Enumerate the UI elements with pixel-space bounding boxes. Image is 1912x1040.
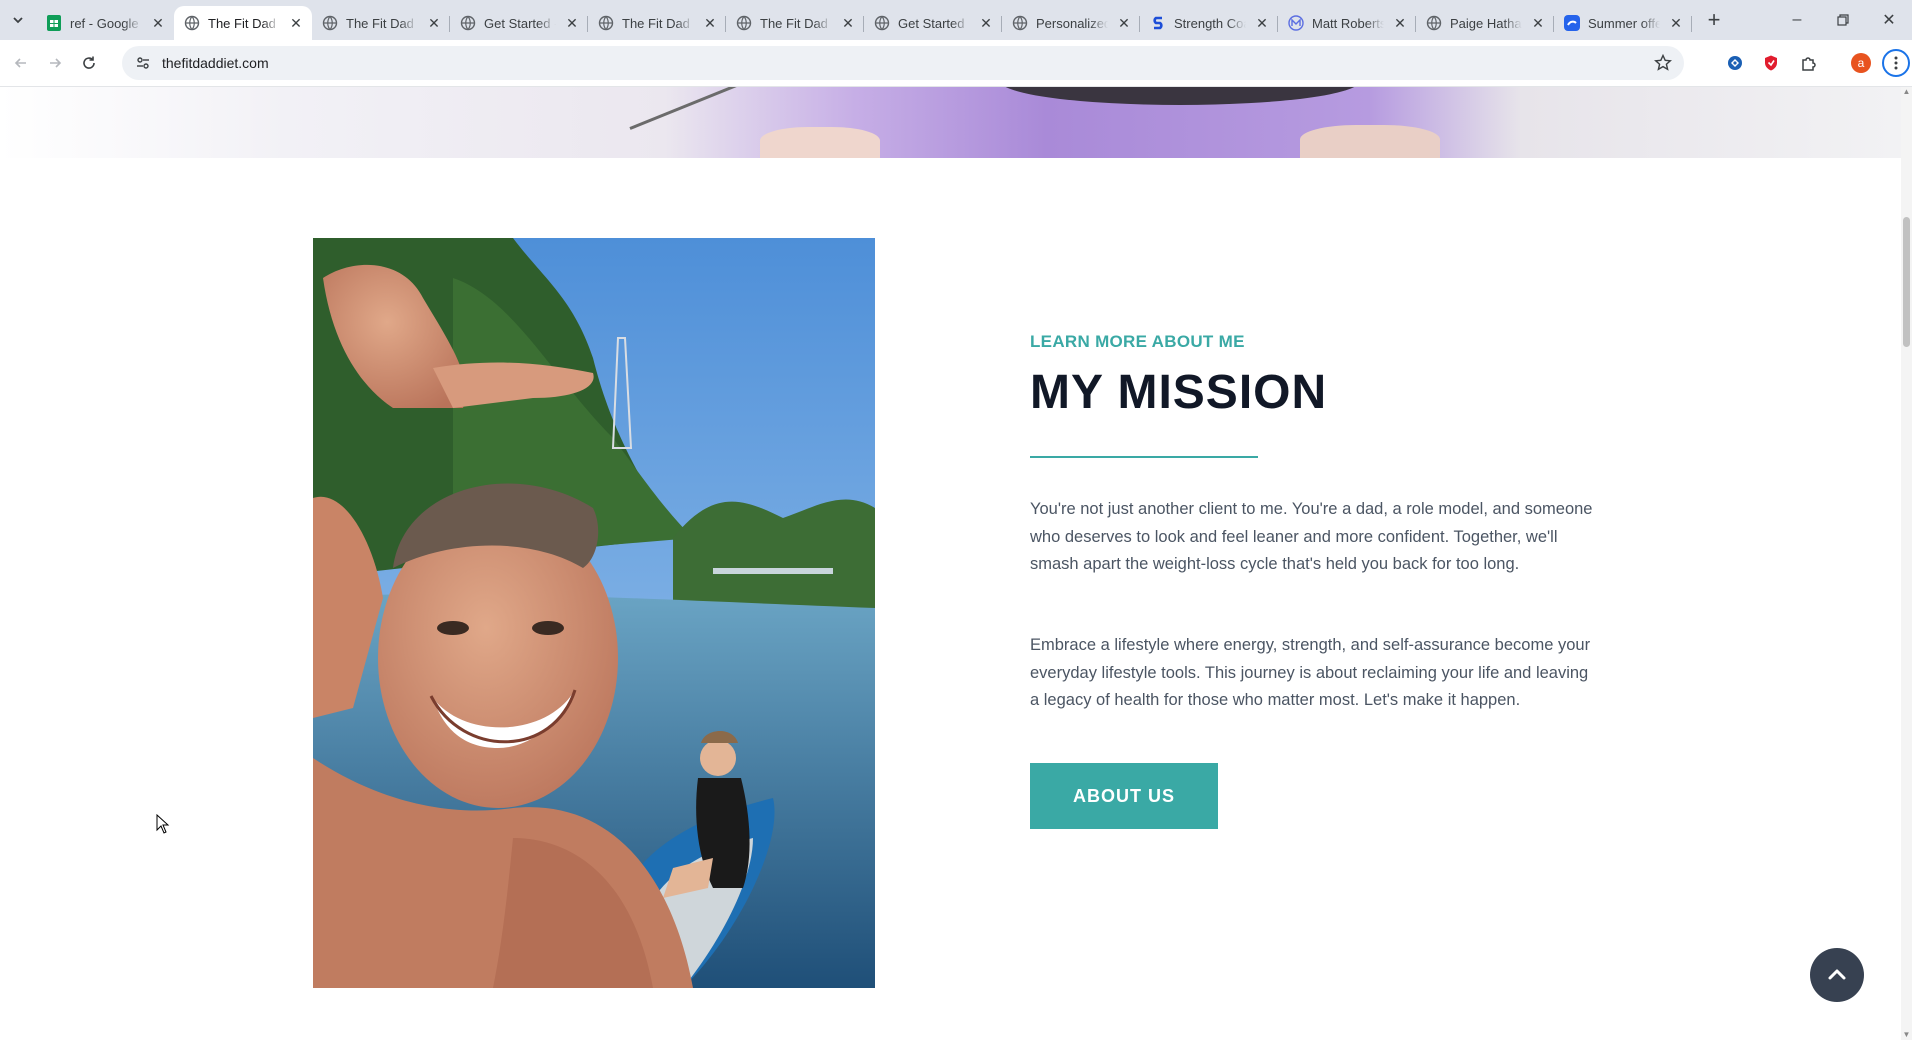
hero-image-bottom — [0, 87, 1901, 158]
tab-title: The Fit Dad Diet — [760, 15, 832, 31]
back-button[interactable] — [4, 46, 38, 80]
scrollbar-thumb[interactable] — [1903, 217, 1910, 347]
mission-photo — [313, 238, 875, 988]
sheets-icon — [46, 15, 62, 31]
scroll-down-arrow-icon[interactable]: ▼ — [1902, 1030, 1911, 1040]
back-arrow-icon — [14, 58, 26, 68]
tab-search-button[interactable] — [0, 0, 36, 40]
window-controls: – ✕ — [1774, 0, 1912, 40]
shield-icon — [1765, 55, 1777, 71]
tab-close-icon[interactable]: ✕ — [978, 15, 994, 31]
globe-icon — [736, 15, 752, 31]
browser-tab[interactable]: Paige Hathaway ✕ — [1416, 6, 1554, 40]
mr-site-icon — [1288, 15, 1304, 31]
globe-icon — [1012, 15, 1028, 31]
page-viewport: LEARN MORE ABOUT ME MY MISSION You're no… — [0, 87, 1901, 1040]
tab-close-icon[interactable]: ✕ — [1254, 15, 1270, 31]
tab-title: Get Started — [898, 15, 965, 31]
browser-tab[interactable]: Strength Coach ✕ — [1140, 6, 1278, 40]
forward-button[interactable] — [38, 46, 72, 80]
chevron-down-icon — [13, 17, 23, 24]
tab-close-icon[interactable]: ✕ — [1116, 15, 1132, 31]
new-tab-button[interactable]: + — [1698, 4, 1730, 36]
extension-blue-icon — [1728, 56, 1742, 70]
tab-title: Strength Coach — [1174, 15, 1246, 31]
restore-button[interactable] — [1820, 0, 1866, 40]
reload-icon — [83, 56, 95, 69]
url-text[interactable]: thefitdaddiet.com — [162, 55, 269, 71]
scroll-up-arrow-icon[interactable]: ▲ — [1902, 87, 1911, 97]
kebab-menu-icon — [1882, 49, 1910, 77]
extension-button[interactable] — [1718, 40, 1752, 86]
browser-tab[interactable]: Summer offer ✕ — [1554, 6, 1692, 40]
browser-tab[interactable]: The Fit Dad Diet ✕ — [312, 6, 450, 40]
tab-close-icon[interactable]: ✕ — [1392, 15, 1408, 31]
avatar: a — [1851, 53, 1871, 73]
section-heading: MY MISSION — [1030, 366, 1328, 419]
browser-menu-button[interactable] — [1880, 40, 1912, 86]
site-info-button[interactable] — [126, 46, 160, 80]
tab-close-icon[interactable]: ✕ — [840, 15, 856, 31]
scroll-to-top-button[interactable] — [1810, 948, 1864, 1002]
page-scrollbar[interactable]: ▲ ▼ — [1901, 87, 1912, 1040]
browser-tab[interactable]: The Fit Dad Diet ✕ — [174, 6, 312, 40]
summer-site-icon — [1564, 15, 1580, 31]
tab-close-icon[interactable]: ✕ — [1668, 15, 1684, 31]
globe-icon — [460, 15, 476, 31]
tab-title: Matt Roberts — [1312, 15, 1384, 31]
section-eyebrow: LEARN MORE ABOUT ME — [1030, 332, 1245, 351]
browser-tab[interactable]: Matt Roberts ✕ — [1278, 6, 1416, 40]
globe-icon — [1426, 15, 1442, 31]
tab-strip: ref - Google✕The Fit Dad Diet✕The Fit Da… — [0, 0, 1912, 40]
forward-arrow-icon — [50, 58, 62, 68]
chevron-up-icon — [1828, 969, 1846, 980]
tab-close-icon[interactable]: ✕ — [1530, 15, 1546, 31]
globe-icon — [322, 15, 338, 31]
globe-icon — [598, 15, 614, 31]
tab-close-icon[interactable]: ✕ — [564, 15, 580, 31]
minimize-icon: – — [1792, 11, 1802, 28]
extensions-menu-button[interactable] — [1792, 40, 1826, 86]
mouse-cursor-icon — [156, 813, 170, 839]
browser-toolbar: thefitdaddiet.com a — [0, 40, 1912, 87]
reload-button[interactable] — [72, 46, 106, 80]
restore-icon — [1837, 14, 1849, 26]
tab-title: The Fit Dad Diet — [346, 15, 418, 31]
tab-title: Summer offer — [1588, 15, 1660, 31]
extension-shield-button[interactable] — [1754, 40, 1788, 86]
tab-title: The Fit Dad Diet — [622, 15, 694, 31]
close-icon: ✕ — [1882, 12, 1896, 29]
tab-close-icon[interactable]: ✕ — [288, 15, 304, 31]
plus-icon: + — [1707, 7, 1721, 32]
mission-paragraph-2: Embrace a lifestyle where energy, streng… — [1030, 636, 1591, 709]
about-us-button[interactable]: ABOUT US — [1030, 763, 1218, 829]
tab-close-icon[interactable]: ✕ — [150, 15, 166, 31]
browser-tab[interactable]: The Fit Dad Diet ✕ — [588, 6, 726, 40]
heading-divider — [1030, 456, 1258, 458]
profile-button[interactable]: a — [1844, 40, 1878, 86]
browser-tab[interactable]: The Fit Dad Diet ✕ — [726, 6, 864, 40]
browser-tab[interactable]: Get Started ✕ — [864, 6, 1002, 40]
minimize-button[interactable]: – — [1774, 0, 1820, 40]
globe-icon — [874, 15, 890, 31]
tab-close-icon[interactable]: ✕ — [426, 15, 442, 31]
mission-paragraph-1: You're not just another client to me. Yo… — [1030, 500, 1593, 573]
globe-icon — [184, 15, 200, 31]
tune-icon — [137, 57, 149, 69]
close-window-button[interactable]: ✕ — [1866, 0, 1912, 40]
tab-close-icon[interactable]: ✕ — [702, 15, 718, 31]
strength-site-icon — [1150, 15, 1166, 31]
tab-title: The Fit Dad Diet — [208, 15, 280, 31]
tab-title: ref - Google — [70, 15, 139, 31]
tab-title: Paige Hathaway — [1450, 15, 1522, 31]
bookmark-button[interactable] — [1654, 53, 1672, 77]
tab-title: Personalized — [1036, 15, 1108, 31]
browser-tab[interactable]: ref - Google ✕ — [36, 6, 174, 40]
browser-tab[interactable]: Personalized ✕ — [1002, 6, 1140, 40]
star-icon — [1654, 53, 1672, 71]
address-bar[interactable]: thefitdaddiet.com — [122, 46, 1684, 80]
tab-title: Get Started - — [484, 15, 556, 31]
puzzle-icon — [1802, 57, 1816, 71]
browser-tab[interactable]: Get Started - ✕ — [450, 6, 588, 40]
